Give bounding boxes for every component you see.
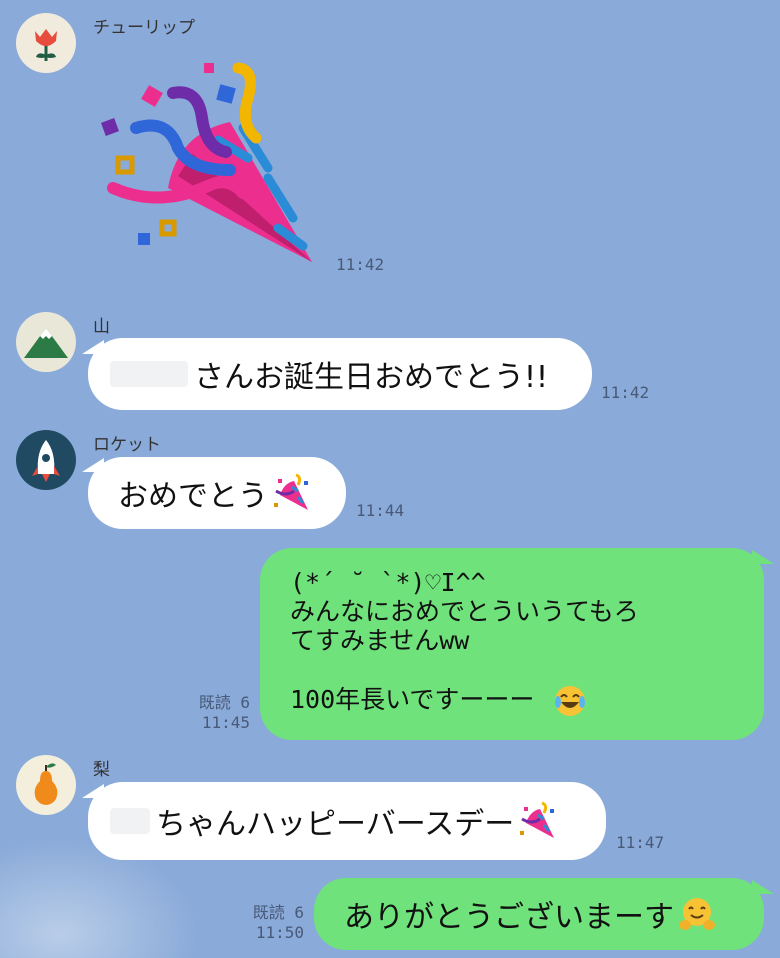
rocket-icon xyxy=(32,440,60,482)
bubble-tail xyxy=(752,550,774,564)
timestamp: 11:45 xyxy=(201,713,250,732)
timestamp: 11:42 xyxy=(601,383,650,402)
timestamp: 11:42 xyxy=(336,255,385,274)
party-popper-icon xyxy=(520,801,555,838)
message-line: 100年長いですーーー xyxy=(290,685,535,714)
sender-name: 山 xyxy=(93,317,110,337)
pear-icon xyxy=(34,763,58,805)
read-receipt: 既読 6 xyxy=(252,903,304,922)
message-line xyxy=(290,655,639,684)
message-bubble[interactable]: ありがとうございまーす xyxy=(314,878,764,950)
avatar-rocket[interactable] xyxy=(16,430,76,490)
message-text: さんお誕生日おめでとう!! xyxy=(194,360,549,395)
avatar-pear[interactable] xyxy=(16,755,76,815)
message-text: ありがとうございまーす xyxy=(344,900,674,935)
sender-name: ロケット xyxy=(93,435,161,455)
message-bubble[interactable]: (*´ ˘ `*)♡I^^ みんなにおめでとういうてもろ てすみませんww 10… xyxy=(260,548,764,740)
message-bubble[interactable]: さんお誕生日おめでとう!! xyxy=(88,338,592,410)
redacted-name xyxy=(110,361,188,387)
tulip-icon xyxy=(35,29,57,61)
avatar-tulip[interactable] xyxy=(16,13,76,73)
message-text: ちゃんハッピーバースデー xyxy=(156,807,515,842)
read-status: 既読 6 11:50 xyxy=(240,903,304,943)
message-line: みんなにおめでとういうてもろ xyxy=(290,597,639,626)
party-popper-icon xyxy=(274,473,308,510)
hugging-face-icon xyxy=(679,898,715,930)
joy-icon xyxy=(555,686,586,716)
read-receipt: 既読 6 xyxy=(198,693,250,712)
timestamp: 11:50 xyxy=(255,923,304,942)
message-bubble[interactable]: おめでとう xyxy=(88,457,346,529)
timestamp: 11:47 xyxy=(616,833,665,852)
sticker-party-popper[interactable] xyxy=(98,58,328,268)
sender-name: チューリップ xyxy=(93,18,195,38)
bubble-tail xyxy=(752,880,774,894)
read-status: 既読 6 11:45 xyxy=(186,693,250,733)
avatar-mountain[interactable] xyxy=(16,312,76,372)
redacted-name xyxy=(110,808,150,834)
party-popper-icon xyxy=(101,62,312,262)
message-line: てすみませんww xyxy=(290,626,470,655)
mountain-icon xyxy=(16,328,76,372)
sender-name: 梨 xyxy=(93,760,110,780)
message-text: おめでとう xyxy=(118,479,268,514)
message-bubble[interactable]: ちゃんハッピーバースデー xyxy=(88,782,606,860)
message-line: (*´ ˘ `*)♡I^^ xyxy=(290,568,486,597)
timestamp: 11:44 xyxy=(356,501,405,520)
